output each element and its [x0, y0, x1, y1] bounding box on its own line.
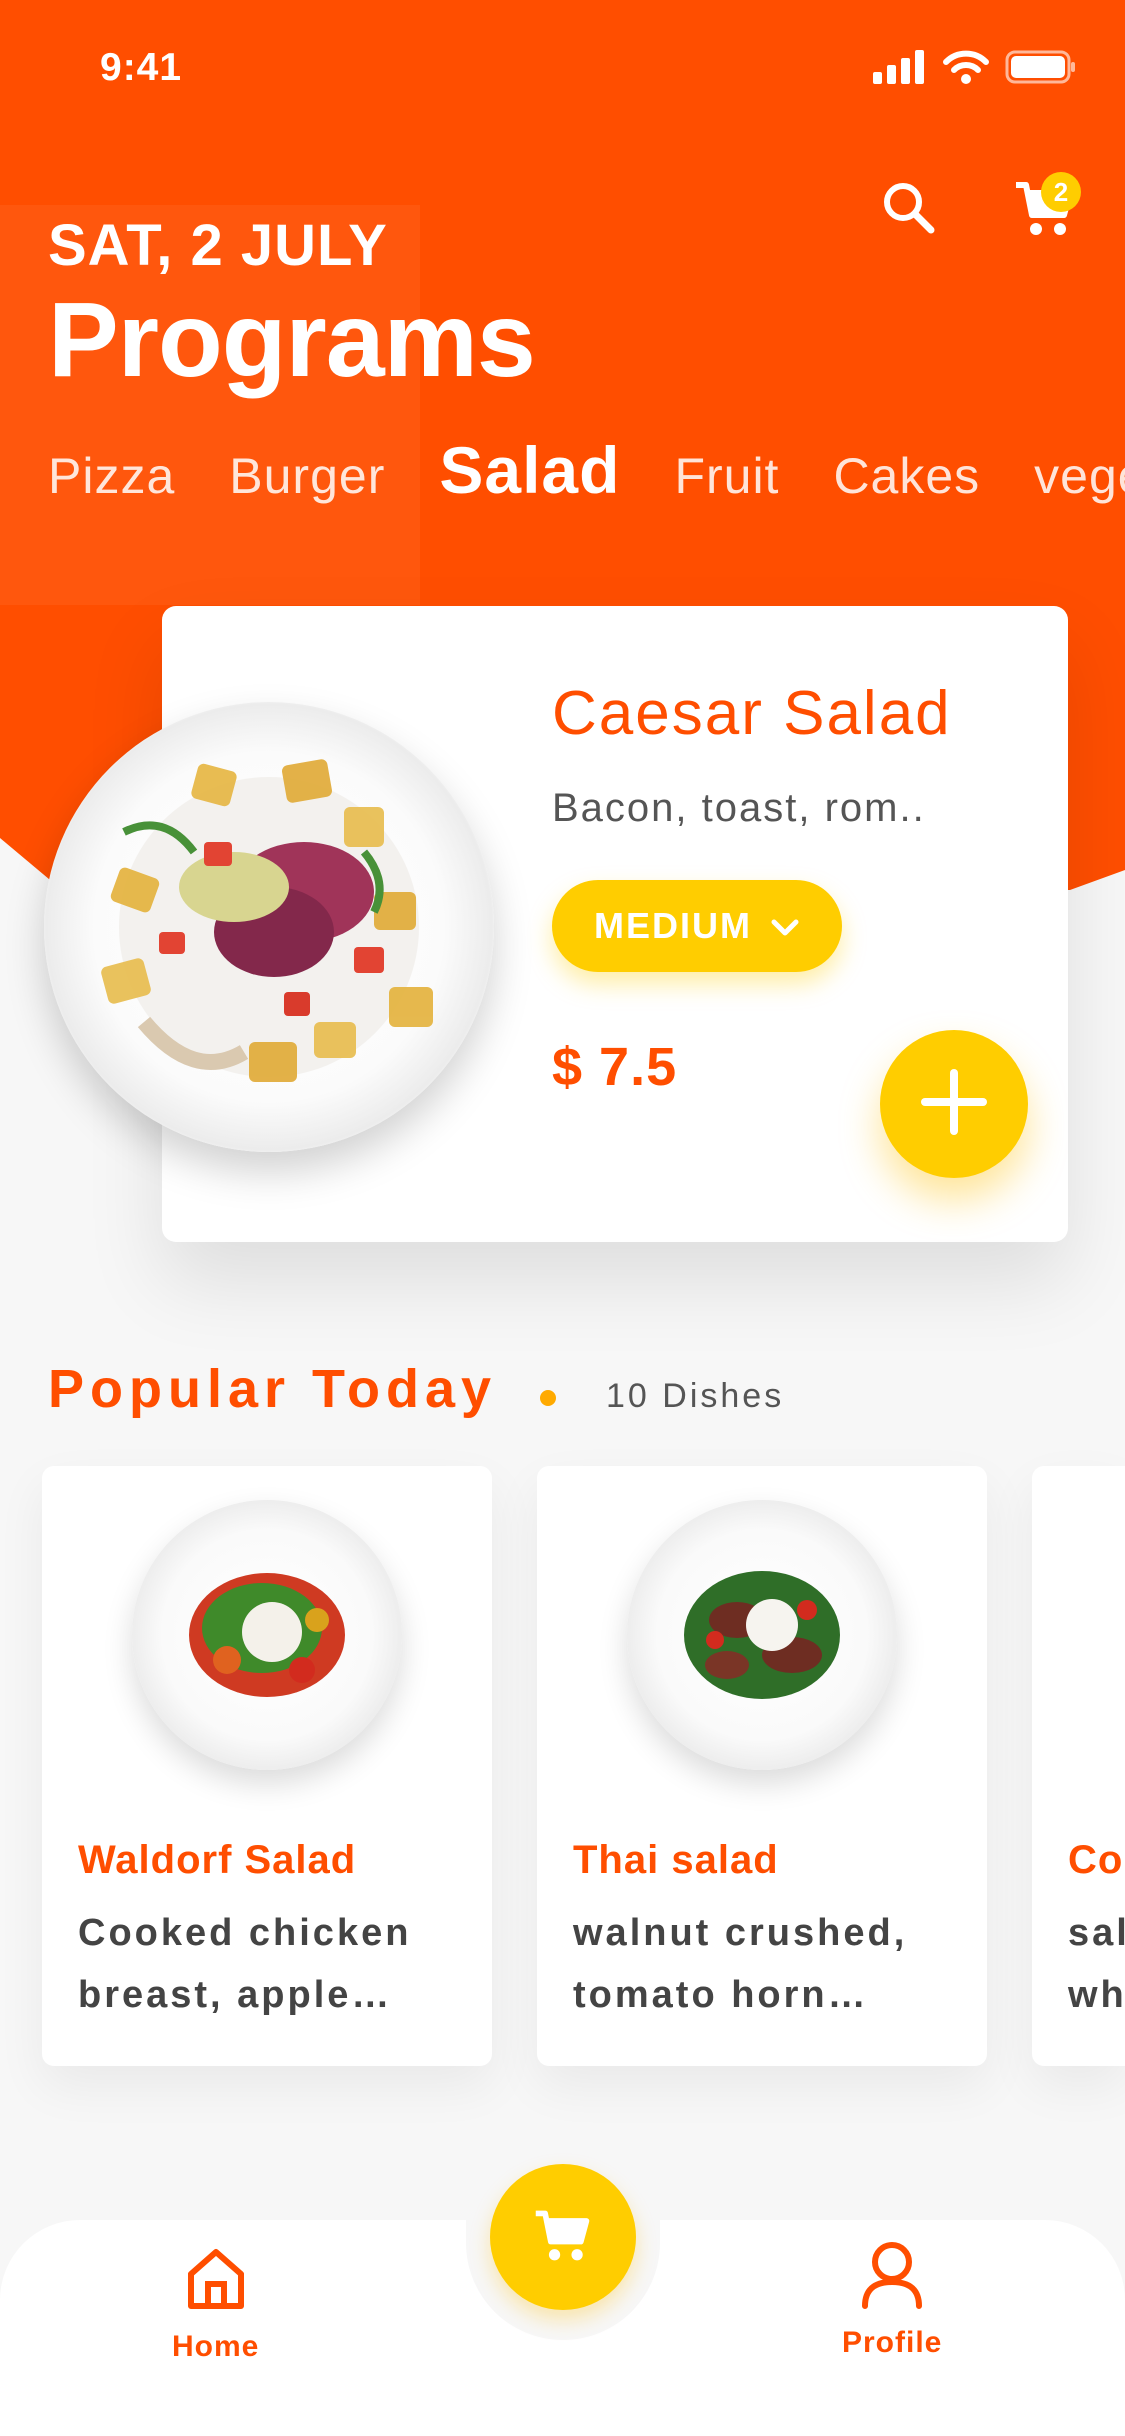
dish-card[interactable]: Co sal wh	[1032, 1466, 1125, 2066]
cart-icon	[532, 2204, 594, 2271]
featured-dish-description: Bacon, toast, rom..	[552, 786, 926, 830]
chevron-down-icon	[770, 905, 800, 947]
home-icon	[183, 2246, 249, 2320]
dish-name: Co	[1068, 1838, 1124, 1882]
tab-cakes[interactable]: Cakes	[833, 447, 980, 505]
dish-description-line: sal	[1068, 1912, 1125, 1954]
dish-card[interactable]: Thai salad walnut crushed, tomato horn…	[537, 1466, 987, 2066]
nav-home-label: Home	[172, 2330, 260, 2363]
tab-vege[interactable]: vege	[1034, 447, 1125, 505]
featured-dish-image	[44, 702, 494, 1152]
size-dropdown[interactable]: MEDIUM	[552, 880, 842, 972]
dish-card[interactable]: Waldorf Salad Cooked chicken breast, app…	[42, 1466, 492, 2066]
battery-icon	[1005, 50, 1077, 89]
profile-icon	[859, 2240, 925, 2318]
popular-count: 10 Dishes	[606, 1377, 785, 1415]
status-bar: 9:41	[0, 0, 1125, 140]
cart-button[interactable]: 2	[1005, 170, 1085, 250]
search-button[interactable]	[869, 170, 949, 250]
tab-burger[interactable]: Burger	[229, 447, 385, 505]
plus-icon	[919, 1067, 989, 1142]
cart-fab-button[interactable]	[490, 2164, 636, 2310]
size-label: MEDIUM	[594, 905, 752, 946]
status-icons	[873, 50, 1077, 89]
dish-description-line: breast, apple…	[78, 1974, 393, 2016]
popular-section-title: Popular Today	[48, 1359, 498, 1419]
nav-home[interactable]: Home	[172, 2246, 259, 2364]
dish-name: Thai salad	[573, 1838, 779, 1882]
header-actions: 2	[869, 170, 1085, 250]
featured-dish-price: $ 7.5	[552, 1037, 678, 1097]
tab-pizza[interactable]: Pizza	[48, 447, 175, 505]
signal-icon	[873, 50, 927, 89]
dish-image	[132, 1500, 402, 1770]
nav-profile-label: Profile	[842, 2326, 943, 2359]
dish-description-line: Cooked chicken	[78, 1912, 412, 1954]
dish-description: walnut crushed, tomato horn…	[573, 1902, 963, 2026]
dish-name: Waldorf Salad	[78, 1838, 357, 1882]
dish-description: sal wh	[1068, 1902, 1125, 2026]
wifi-icon	[943, 50, 989, 89]
dish-image	[627, 1500, 897, 1770]
tab-fruit[interactable]: Fruit	[674, 447, 779, 505]
date-label: SAT, 2 JULY	[48, 213, 388, 278]
status-time: 9:41	[100, 46, 183, 89]
nav-profile[interactable]: Profile	[842, 2240, 942, 2360]
category-tabs: Pizza Burger Salad Fruit Cakes vege	[48, 432, 1125, 508]
dish-description-line: walnut crushed,	[573, 1912, 908, 1954]
dish-description-line: tomato horn…	[573, 1974, 869, 2016]
dish-description: Cooked chicken breast, apple…	[78, 1902, 468, 2026]
cart-count-badge: 2	[1041, 172, 1081, 212]
page-title: Programs	[48, 281, 536, 399]
dish-description-line: wh	[1068, 1974, 1125, 2016]
featured-dish-name: Caesar Salad	[552, 679, 952, 748]
search-icon	[879, 178, 939, 243]
add-to-cart-button[interactable]	[880, 1030, 1028, 1178]
tab-salad[interactable]: Salad	[439, 432, 620, 508]
separator-dot	[540, 1390, 556, 1406]
